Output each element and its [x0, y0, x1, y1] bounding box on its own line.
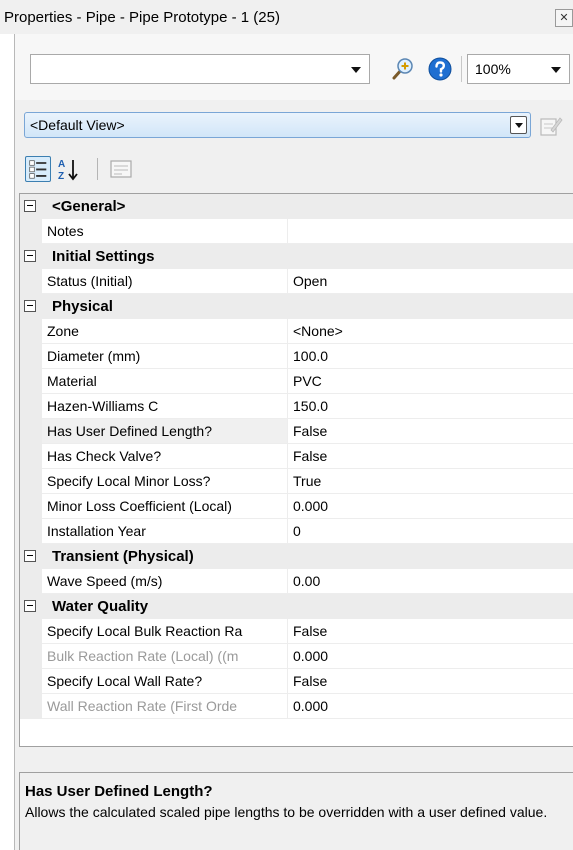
svg-text:A: A	[58, 159, 65, 170]
property-value[interactable]: Open	[288, 269, 573, 294]
chevron-down-icon[interactable]	[510, 116, 527, 134]
help-description: Allows the calculated scaled pipe length…	[25, 804, 548, 820]
chevron-down-icon[interactable]	[351, 67, 361, 73]
svg-text:Z: Z	[58, 171, 64, 182]
category-water-quality[interactable]: Water Quality	[20, 594, 573, 619]
property-row-minor-loss-coefficient[interactable]: Minor Loss Coefficient (Local) 0.000	[20, 494, 573, 519]
property-row-wave-speed[interactable]: Wave Speed (m/s) 0.00	[20, 569, 573, 594]
property-value[interactable]: False	[288, 669, 573, 694]
property-name: Specify Local Minor Loss?	[42, 469, 288, 494]
property-grid-toolbar: A Z	[15, 148, 573, 188]
edit-view-icon[interactable]	[539, 114, 563, 138]
property-name: Bulk Reaction Rate (Local) ((m	[42, 644, 288, 669]
view-row: <Default View>	[15, 100, 573, 148]
category-label: Transient (Physical)	[52, 548, 194, 565]
toolbar-separator	[97, 158, 98, 180]
property-name: Minor Loss Coefficient (Local)	[42, 494, 288, 519]
property-value[interactable]: True	[288, 469, 573, 494]
property-name: Zone	[42, 319, 288, 344]
property-name: Has User Defined Length?	[42, 419, 288, 444]
property-value[interactable]: PVC	[288, 369, 573, 394]
property-help-pane: Has User Defined Length? Allows the calc…	[19, 772, 573, 850]
property-row-status[interactable]: Status (Initial) Open	[20, 269, 573, 294]
category-physical[interactable]: Physical	[20, 294, 573, 319]
zoom-value: 100%	[475, 61, 511, 77]
category-label: Physical	[52, 298, 113, 315]
category-label: <General>	[52, 198, 126, 215]
property-grid: <General> Notes Initial Settings Status …	[19, 193, 573, 747]
property-row-user-defined-length[interactable]: Has User Defined Length? False	[20, 419, 573, 444]
property-row-local-minor-loss[interactable]: Specify Local Minor Loss? True	[20, 469, 573, 494]
property-name: Notes	[42, 219, 288, 244]
property-value[interactable]: 100.0	[288, 344, 573, 369]
help-icon[interactable]	[427, 56, 453, 82]
category-general[interactable]: <General>	[20, 194, 573, 219]
help-title: Has User Defined Length?	[25, 783, 213, 800]
category-label: Water Quality	[52, 598, 149, 615]
collapse-icon[interactable]	[24, 250, 36, 262]
view-selector-combo[interactable]: <Default View>	[24, 112, 531, 138]
category-transient[interactable]: Transient (Physical)	[20, 544, 573, 569]
property-name: Has Check Valve?	[42, 444, 288, 469]
property-value: 0.000	[288, 644, 573, 669]
property-value[interactable]: 150.0	[288, 394, 573, 419]
property-value[interactable]: 0.00	[288, 569, 573, 594]
property-name: Material	[42, 369, 288, 394]
collapse-icon[interactable]	[24, 300, 36, 312]
category-label: Initial Settings	[52, 248, 155, 265]
property-row-material[interactable]: Material PVC	[20, 369, 573, 394]
property-name: Status (Initial)	[42, 269, 288, 294]
property-value[interactable]: 0.000	[288, 494, 573, 519]
categorized-icon[interactable]	[25, 156, 51, 182]
property-name: Wave Speed (m/s)	[42, 569, 288, 594]
property-value[interactable]: <None>	[288, 319, 573, 344]
property-value[interactable]: False	[288, 444, 573, 469]
toolbar-separator	[461, 56, 462, 82]
property-name: Diameter (mm)	[42, 344, 288, 369]
find-toolbar: 100%	[15, 34, 573, 100]
collapse-icon[interactable]	[24, 600, 36, 612]
close-button[interactable]: ✕	[555, 9, 573, 27]
window-title: Properties - Pipe - Pipe Prototype - 1 (…	[4, 9, 280, 26]
property-row-zone[interactable]: Zone <None>	[20, 319, 573, 344]
view-selector-value: <Default View>	[30, 117, 125, 133]
property-name: Hazen-Williams C	[42, 394, 288, 419]
properties-panel: 100% <Default View> A Z <General> Notes …	[14, 34, 573, 850]
property-row-bulk-reaction-rate[interactable]: Bulk Reaction Rate (Local) ((m 0.000	[20, 644, 573, 669]
property-value[interactable]: False	[288, 619, 573, 644]
property-name: Wall Reaction Rate (First Orde	[42, 694, 288, 719]
property-row-check-valve[interactable]: Has Check Valve? False	[20, 444, 573, 469]
property-row-local-wall-rate[interactable]: Specify Local Wall Rate? False	[20, 669, 573, 694]
property-value[interactable]: False	[288, 419, 573, 444]
property-name: Specify Local Wall Rate?	[42, 669, 288, 694]
collapse-icon[interactable]	[24, 200, 36, 212]
title-bar: Properties - Pipe - Pipe Prototype - 1 (…	[0, 0, 573, 34]
property-row-diameter[interactable]: Diameter (mm) 100.0	[20, 344, 573, 369]
property-pages-icon[interactable]	[108, 156, 134, 182]
property-name: Specify Local Bulk Reaction Ra	[42, 619, 288, 644]
property-value: 0.000	[288, 694, 573, 719]
category-initial-settings[interactable]: Initial Settings	[20, 244, 573, 269]
property-row-installation-year[interactable]: Installation Year 0	[20, 519, 573, 544]
property-row-wall-reaction-rate[interactable]: Wall Reaction Rate (First Orde 0.000	[20, 694, 573, 719]
zoom-combo[interactable]: 100%	[467, 54, 570, 84]
property-row-local-bulk-reaction[interactable]: Specify Local Bulk Reaction Ra False	[20, 619, 573, 644]
property-value[interactable]: 0	[288, 519, 573, 544]
chevron-down-icon[interactable]	[551, 67, 561, 73]
find-element-combo[interactable]	[30, 54, 370, 84]
property-row-notes[interactable]: Notes	[20, 219, 573, 244]
collapse-icon[interactable]	[24, 550, 36, 562]
find-zoom-icon[interactable]	[389, 56, 415, 82]
property-name: Installation Year	[42, 519, 288, 544]
alphabetical-sort-icon[interactable]: A Z	[55, 156, 81, 182]
property-row-hazen-williams[interactable]: Hazen-Williams C 150.0	[20, 394, 573, 419]
property-value[interactable]	[288, 219, 573, 244]
